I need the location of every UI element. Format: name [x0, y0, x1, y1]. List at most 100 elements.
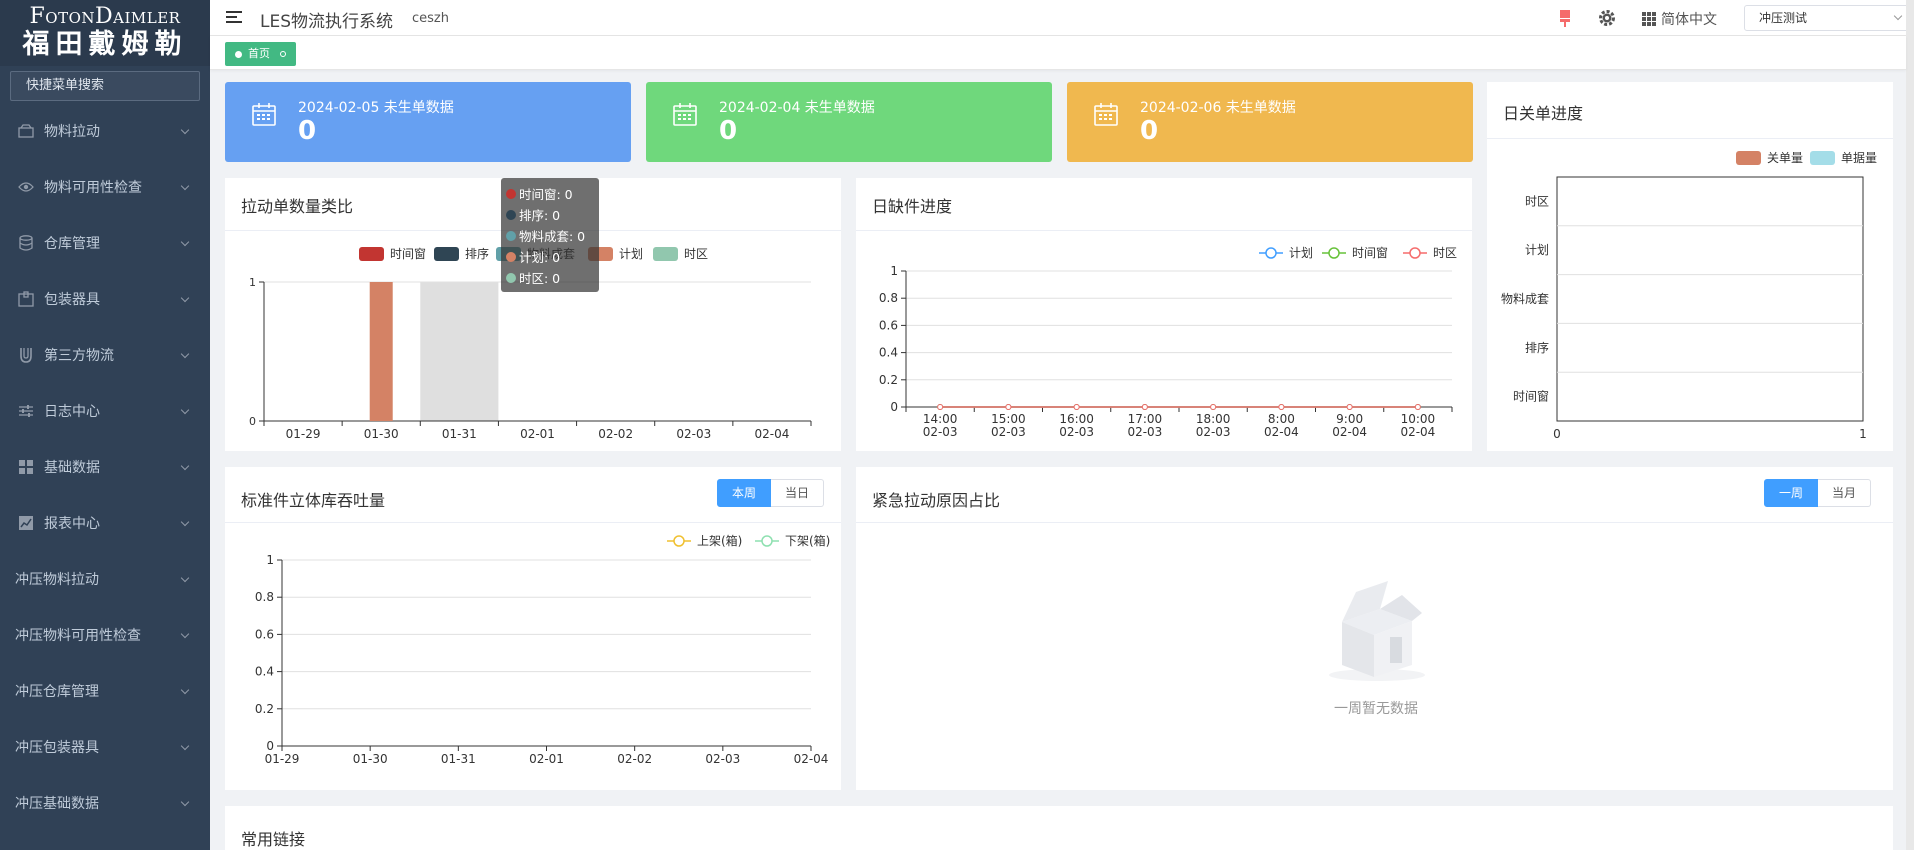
menu-search-input[interactable]: 快捷菜单搜索: [10, 71, 200, 101]
sidebar-item-8[interactable]: 冲压物料拉动: [0, 551, 210, 607]
y-tick-label: 时区: [1525, 194, 1549, 208]
x-tick-label: 02-04: [1332, 425, 1367, 439]
chevron-down-icon: [180, 685, 190, 695]
tags-bar: 首页: [210, 36, 1906, 70]
tooltip-row: 计划: 0: [506, 246, 599, 267]
y-tick-label: 0.6: [879, 318, 898, 332]
tooltip-dot: [506, 230, 516, 241]
page-scrollbar[interactable]: [1906, 0, 1914, 850]
sidebar-item-11[interactable]: 冲压包装器具: [0, 719, 210, 775]
logo-cn: 福田戴姆勒: [22, 29, 188, 60]
stat-card-0205[interactable]: 2024-02-05 未生单数据 0: [225, 82, 631, 162]
tooltip-text: 计划: 0: [519, 250, 561, 265]
x-tick-label: 02-03: [923, 425, 958, 439]
brush-icon[interactable]: [1557, 8, 1573, 32]
y-tick-label: 0: [249, 415, 256, 428]
x-tick-label: 02-04: [754, 427, 789, 441]
x-tick-label: 02-03: [1196, 425, 1231, 439]
legend-marker: [1265, 247, 1277, 259]
tooltip-row: 物料成套: 0: [506, 225, 599, 246]
y-tick-label: 0.6: [255, 627, 274, 641]
x-tick-label: 02-03: [991, 425, 1026, 439]
sidebar-item-5[interactable]: 日志中心: [0, 383, 210, 439]
x-tick-label: 14:00: [923, 412, 958, 426]
hamburger-icon[interactable]: [226, 11, 242, 25]
links-title: 常用链接: [241, 830, 306, 849]
x-tick-label: 02-04: [794, 752, 829, 766]
y-tick-label: 0: [890, 400, 898, 414]
sidebar-item-0[interactable]: 物料拉动: [0, 103, 210, 159]
logo-en: FotonDaimler: [29, 4, 181, 29]
stat-value: 0: [719, 116, 738, 146]
x-tick-label: 02-03: [1127, 425, 1162, 439]
tooltip-text: 排序: 0: [519, 208, 561, 223]
legend-label: 计划: [619, 247, 643, 261]
y-tick-label: 1: [890, 264, 898, 278]
close-chart-card: 日关单进度 关单量 单据量 时间窗 排序 物料成套 计划 时区 0 1: [1487, 82, 1893, 451]
x-tick-label: 01-30: [364, 427, 399, 441]
sidebar-item-12[interactable]: 冲压基础数据: [0, 775, 210, 831]
sidebar-item-9[interactable]: 冲压物料可用性检查: [0, 607, 210, 663]
legend-label: 单据量: [1841, 151, 1877, 165]
tooltip-row: 排序: 0: [506, 204, 599, 225]
x-tick-label: 17:00: [1128, 412, 1163, 426]
chevron-down-icon: [180, 461, 190, 471]
legend-swatch: [1810, 151, 1835, 165]
data-point: [1005, 404, 1012, 410]
shortage-chart: 计划 时间窗 时区00.20.40.60.8114:0002-0315:0002-0…: [879, 246, 1457, 439]
tooltip-dot: [506, 272, 516, 283]
chevron-down-icon: [180, 293, 190, 303]
close-icon[interactable]: [280, 51, 286, 57]
data-point: [937, 404, 944, 410]
x-tick-label: 02-02: [598, 427, 633, 441]
chevron-down-icon: [180, 125, 190, 135]
btn-month[interactable]: 当月: [1818, 479, 1872, 507]
sidebar-item-4[interactable]: 第三方物流: [0, 327, 210, 383]
sidebar-item-1[interactable]: 物料可用性检查: [0, 159, 210, 215]
x-tick-label: 15:00: [991, 412, 1026, 426]
tooltip-row: 时间窗: 0: [506, 183, 599, 204]
header: LES物流执行系统 ceszh 简体中文 冲压测试: [210, 0, 1914, 36]
factory-select[interactable]: 冲压测试: [1744, 5, 1914, 31]
btn-week[interactable]: 一周: [1764, 479, 1819, 507]
sidebar-item-10[interactable]: 冲压仓库管理: [0, 663, 210, 719]
sidebar-item-label: 日志中心: [44, 404, 100, 420]
sidebar-item-2[interactable]: 仓库管理: [0, 215, 210, 271]
stat-card-0206[interactable]: 2024-02-06 未生单数据 0: [1067, 82, 1473, 162]
language-switch[interactable]: 简体中文: [1642, 9, 1717, 29]
sidebar-item-label: 第三方物流: [44, 348, 114, 364]
sidebar-item-label: 物料拉动: [44, 124, 100, 140]
y-tick-label: 0.2: [879, 373, 898, 387]
gear-icon[interactable]: [1597, 8, 1617, 32]
tooltip-text: 时间窗: 0: [519, 187, 573, 202]
sidebar-item-6[interactable]: 基础数据: [0, 439, 210, 495]
sidebar-item-7[interactable]: 报表中心: [0, 495, 210, 551]
logo[interactable]: FotonDaimler 福田戴姆勒: [0, 0, 210, 66]
y-tick-label: 0.8: [879, 291, 898, 305]
x-tick-label: 01-29: [265, 752, 300, 766]
tooltip-row: 时区: 0: [506, 267, 599, 288]
chevron-down-icon: [180, 349, 190, 359]
database-icon: [18, 235, 34, 251]
chevron-down-icon: [180, 573, 190, 583]
tab-home[interactable]: 首页: [225, 42, 296, 66]
app-title: LES物流执行系统: [260, 12, 394, 32]
stat-card-0204[interactable]: 2024-02-04 未生单数据 0: [646, 82, 1052, 162]
x-tick-label: 01-31: [441, 752, 476, 766]
x-tick-label: 01-29: [286, 427, 321, 441]
sidebar-item-label: 报表中心: [44, 516, 100, 532]
magnet-icon: [18, 347, 34, 363]
legend-swatch: [653, 247, 678, 261]
legend-label: 时区: [684, 247, 708, 261]
data-point: [1414, 404, 1421, 410]
sidebar-item-label: 基础数据: [44, 460, 100, 476]
legend-marker: [1409, 247, 1421, 259]
legend-marker: [673, 535, 685, 547]
sidebar-item-3[interactable]: 包装器具: [0, 271, 210, 327]
stat-label: 2024-02-04 未生单数据: [719, 100, 875, 116]
throughput-chart: 上架(箱) 下架(箱) 0 0.2 0.4 0.6 0.8 1 01-29 01-30 01-31 0…: [255, 533, 830, 766]
shortage-chart-card: 日缺件进度 计划 时间窗 时区 0 0.2 0.4 0.6 0.8 1 14:00 02-03 15:…: [856, 178, 1472, 451]
sidebar-item-label: 物料可用性检查: [44, 180, 142, 196]
stat-label: 2024-02-05 未生单数据: [298, 100, 454, 116]
plot-frame: [1556, 176, 1864, 422]
